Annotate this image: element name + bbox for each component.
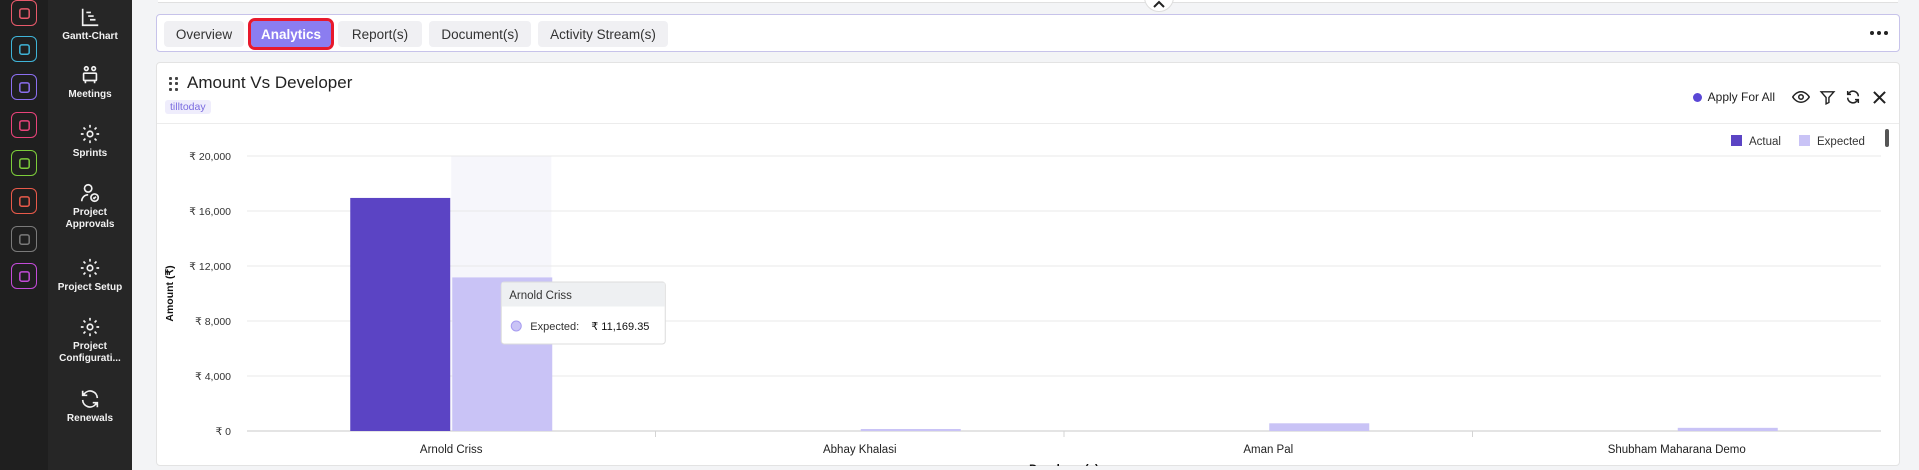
app-icon-rail <box>0 0 48 470</box>
refresh-icon <box>81 390 99 408</box>
sidebar-item-label: Project Approvals <box>65 207 115 230</box>
x-tick-label: Abhay Khalasi <box>823 444 897 456</box>
sidebar-item-project-configuration[interactable]: Project Configurati... <box>48 316 132 365</box>
y-tick-label: ₹ 8,000 <box>195 316 231 328</box>
bar-expected <box>1269 423 1370 431</box>
home-icon[interactable] <box>11 226 37 252</box>
tooltip-marker <box>510 320 522 332</box>
top-panel-edge <box>158 0 1898 3</box>
meetings-icon <box>82 65 98 84</box>
sidebar-item-project-approvals[interactable]: Project Approvals <box>48 182 132 231</box>
tab-bar: Overview Analytics Report(s) Document(s)… <box>156 14 1900 52</box>
sidebar-item-label: Gantt-Chart <box>62 31 118 42</box>
sidebar-item-label: Meetings <box>68 89 112 100</box>
y-tick-label: ₹ 4,000 <box>195 371 231 383</box>
close-icon[interactable] <box>1869 87 1889 107</box>
drag-handle-icon[interactable] <box>169 77 179 91</box>
legend-label-expected: Expected <box>1817 136 1865 148</box>
tab-reports[interactable]: Report(s) <box>338 21 422 47</box>
eye-icon[interactable] <box>1791 87 1811 107</box>
y-tick-label: ₹ 0 <box>216 426 232 438</box>
bar-actual <box>350 197 451 431</box>
sidebar-item-label: Sprints <box>72 148 108 159</box>
gantt-chart-icon <box>81 8 99 27</box>
person-flag-icon[interactable] <box>11 188 37 214</box>
apply-dot-icon <box>1692 92 1702 102</box>
more-options-icon[interactable] <box>1869 25 1889 41</box>
widget-actions: Apply For All <box>1692 87 1889 107</box>
document-icon[interactable] <box>11 150 37 176</box>
sidebar-item-label: Project Configurati... <box>59 341 121 364</box>
sidebar-item-meetings[interactable]: Meetings <box>48 64 132 101</box>
sidebar-item-project-setup[interactable]: Project Setup <box>48 257 132 294</box>
refresh-icon[interactable] <box>1843 87 1863 107</box>
legend-label-actual: Actual <box>1749 136 1781 148</box>
sidebar-item-sprints[interactable]: Sprints <box>48 123 132 160</box>
filter-chip: tilltoday <box>165 100 211 114</box>
widget-title: Amount Vs Developer <box>187 73 353 92</box>
gear-icon <box>80 317 100 337</box>
tab-overview[interactable]: Overview <box>164 21 244 47</box>
collapse-button[interactable] <box>1144 0 1174 12</box>
y-tick-label: ₹ 12,000 <box>189 261 231 273</box>
x-tick-label: Aman Pal <box>1243 444 1293 456</box>
filter-icon[interactable] <box>1817 87 1837 107</box>
apply-for-all-label: Apply For All <box>1707 90 1775 104</box>
y-tick-label: ₹ 20,000 <box>189 151 231 163</box>
sidebar-item-label: Renewals <box>66 413 114 424</box>
settings-icon[interactable] <box>11 263 37 289</box>
tab-activity-stream[interactable]: Activity Stream(s) <box>538 21 668 47</box>
sidebar-menu: Gantt-Chart Meetings Sprints Project App… <box>48 0 132 470</box>
tooltip-value: ₹ 11,169.35 <box>591 321 649 333</box>
gear-icon <box>80 124 100 144</box>
user-approval-icon <box>80 183 100 203</box>
sidebar-item-gantt-chart[interactable]: Gantt-Chart <box>48 6 132 43</box>
x-tick-label: Shubham Maharana Demo <box>1608 444 1746 456</box>
calendar-icon[interactable] <box>11 36 37 62</box>
tooltip-title: Arnold Criss <box>509 290 572 302</box>
legend-swatch-actual <box>1731 135 1742 146</box>
rocket-icon[interactable] <box>11 74 37 100</box>
presentation-icon[interactable] <box>11 112 37 138</box>
x-axis-title: Developer(s) <box>1029 464 1099 466</box>
amount-vs-developer-chart: ₹ 0 ₹ 4,000 ₹ 8,000 ₹ 12,000 ₹ 16,000 ₹ 20,00… <box>164 135 1881 466</box>
y-axis-title: Amount (₹) <box>164 265 176 321</box>
apply-for-all-button[interactable]: Apply For All <box>1692 90 1775 104</box>
chevron-up-icon <box>1153 0 1165 8</box>
main-content: Overview Analytics Report(s) Document(s)… <box>132 0 1919 470</box>
tab-documents[interactable]: Document(s) <box>429 21 531 47</box>
gear-icon <box>80 258 100 278</box>
tab-analytics[interactable]: Analytics <box>248 18 334 50</box>
sidebar-item-renewals[interactable]: Renewals <box>48 388 132 425</box>
x-tick-label: Arnold Criss <box>420 444 483 456</box>
tooltip-label: Expected: <box>530 321 579 333</box>
target-icon[interactable] <box>11 0 37 26</box>
analytics-widget: Amount Vs Developer tilltoday Apply For … <box>156 62 1900 466</box>
sidebar-item-label: Project Setup <box>57 282 123 293</box>
legend-swatch-expected <box>1799 135 1810 146</box>
legend-scrollbar[interactable] <box>1885 129 1889 147</box>
y-tick-label: ₹ 16,000 <box>189 206 231 218</box>
bar-expected <box>1677 427 1778 431</box>
bar-expected <box>860 429 961 431</box>
